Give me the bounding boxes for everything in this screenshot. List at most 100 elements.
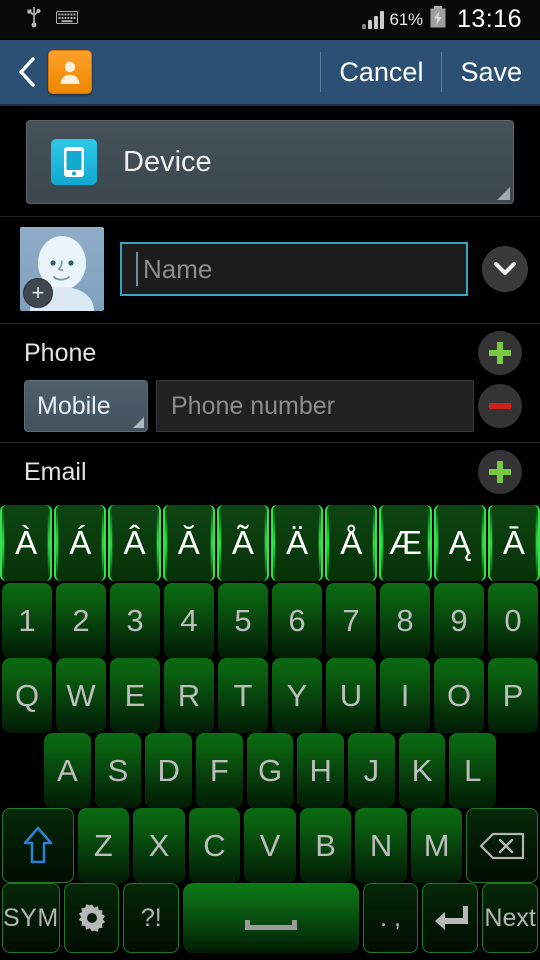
key-r[interactable]: R <box>164 658 214 733</box>
key-u[interactable]: U <box>326 658 376 733</box>
key-v[interactable]: V <box>244 808 296 883</box>
phone-screen: 61% 13:16 Cancel Save Device + Name Phon… <box>0 0 540 960</box>
key-accent-9[interactable]: Ā <box>487 505 540 581</box>
keyboard-row-4: SYM ?! . , Next <box>0 883 540 955</box>
key-g[interactable]: G <box>246 733 294 808</box>
phone-type-label: Mobile <box>37 391 111 420</box>
key-accent-2[interactable]: Â <box>108 505 161 581</box>
key-8[interactable]: 8 <box>380 583 430 658</box>
cancel-button[interactable]: Cancel <box>321 40 441 104</box>
key-y[interactable]: Y <box>272 658 322 733</box>
contact-editor-form: Device + Name Phone Mobile Phone number … <box>0 106 540 505</box>
save-button[interactable]: Save <box>442 40 540 104</box>
key-o[interactable]: O <box>434 658 484 733</box>
on-screen-keyboard: À Á Â Ă Ã Ä Å Æ Ą Ā 1 2 3 4 5 6 7 8 9 0 … <box>0 505 540 960</box>
phone-number-input[interactable]: Phone number <box>156 380 474 432</box>
key-accent-6[interactable]: Å <box>325 505 378 581</box>
phone-number-placeholder: Phone number <box>171 391 336 420</box>
action-bar-buttons: Cancel Save <box>320 40 540 104</box>
key-c[interactable]: C <box>188 808 241 883</box>
phone-field-row: Mobile Phone number <box>24 380 528 432</box>
key-7[interactable]: 7 <box>326 583 376 658</box>
key-2[interactable]: 2 <box>56 583 106 658</box>
usb-icon <box>26 6 42 33</box>
contact-person-icon[interactable] <box>48 50 92 94</box>
status-bar-right-icons: 61% 13:16 <box>361 5 529 34</box>
phone-section-title: Phone <box>24 338 97 367</box>
key-n[interactable]: N <box>355 808 407 883</box>
status-bar: 61% 13:16 <box>0 0 540 40</box>
key-x[interactable]: X <box>133 808 185 883</box>
key-1[interactable]: 1 <box>2 583 52 658</box>
gear-icon[interactable] <box>63 883 120 953</box>
chevron-down-icon[interactable] <box>482 246 528 292</box>
key-j[interactable]: J <box>348 733 395 808</box>
keyboard-row-1: Q W E R T Y U I O P <box>0 658 540 733</box>
plus-icon <box>489 461 511 483</box>
keyboard-number-row: 1 2 3 4 5 6 7 8 9 0 <box>0 583 540 658</box>
key-accent-1[interactable]: Á <box>54 505 107 581</box>
next-key[interactable]: Next <box>482 883 538 953</box>
phone-section-header: Phone <box>24 330 528 376</box>
key-m[interactable]: M <box>410 808 463 883</box>
key-b[interactable]: B <box>299 808 352 883</box>
key-d[interactable]: D <box>145 733 192 808</box>
key-accent-7[interactable]: Æ <box>379 505 432 581</box>
email-section-header: Email <box>24 449 528 495</box>
key-e[interactable]: E <box>110 658 160 733</box>
battery-charging-icon <box>429 6 447 33</box>
sym-key[interactable]: SYM <box>2 883 60 953</box>
account-selector-wrapper: Device <box>0 106 540 216</box>
keyboard-row-2: A S D F G H J K L <box>0 733 540 808</box>
remove-phone-button[interactable] <box>478 384 522 428</box>
enter-arrow-icon[interactable] <box>422 883 479 953</box>
key-z[interactable]: Z <box>77 808 130 883</box>
plus-icon <box>489 342 511 364</box>
key-t[interactable]: T <box>218 658 268 733</box>
key-0[interactable]: 0 <box>488 583 538 658</box>
key-5[interactable]: 5 <box>218 583 268 658</box>
device-phone-icon <box>51 139 97 185</box>
phone-type-spinner[interactable]: Mobile <box>24 380 148 432</box>
backspace-icon[interactable] <box>466 808 539 883</box>
key-f[interactable]: F <box>196 733 243 808</box>
shift-arrow-icon[interactable] <box>2 808 74 883</box>
key-accent-3[interactable]: Ă <box>162 505 215 581</box>
minus-icon <box>489 403 511 409</box>
email-section-title: Email <box>24 457 87 486</box>
add-phone-button[interactable] <box>478 331 522 375</box>
spacebar-key[interactable] <box>183 883 359 953</box>
key-6[interactable]: 6 <box>272 583 322 658</box>
key-3[interactable]: 3 <box>110 583 160 658</box>
add-photo-badge[interactable]: + <box>23 278 53 308</box>
key-accent-8[interactable]: Ą <box>433 505 486 581</box>
keyboard-accent-row: À Á Â Ă Ã Ä Å Æ Ą Ā <box>0 505 540 583</box>
battery-percent-label: 61% <box>389 9 424 29</box>
key-i[interactable]: I <box>380 658 430 733</box>
key-accent-4[interactable]: Ã <box>216 505 269 581</box>
name-input[interactable]: Name <box>120 242 468 296</box>
key-9[interactable]: 9 <box>434 583 484 658</box>
back-chevron-icon[interactable] <box>0 56 46 88</box>
name-row: + Name <box>0 217 540 323</box>
key-p[interactable]: P <box>488 658 538 733</box>
key-a[interactable]: A <box>43 733 91 808</box>
key-w[interactable]: W <box>56 658 106 733</box>
account-label: Device <box>123 145 212 178</box>
key-accent-5[interactable]: Ä <box>271 505 324 581</box>
key-s[interactable]: S <box>94 733 142 808</box>
contact-photo-placeholder[interactable]: + <box>20 227 104 311</box>
key-k[interactable]: K <box>398 733 446 808</box>
text-caret <box>136 252 138 286</box>
add-email-button[interactable] <box>478 450 522 494</box>
key-l[interactable]: L <box>449 733 497 808</box>
key-accent-0[interactable]: À <box>0 505 53 581</box>
dropdown-corner-indicator <box>133 417 144 428</box>
punctuation-key[interactable]: ?! <box>123 883 180 953</box>
key-h[interactable]: H <box>297 733 345 808</box>
key-4[interactable]: 4 <box>164 583 214 658</box>
account-selector[interactable]: Device <box>26 120 514 204</box>
key-q[interactable]: Q <box>2 658 52 733</box>
dropdown-corner-indicator <box>497 187 510 200</box>
comma-period-key[interactable]: . , <box>362 883 419 953</box>
